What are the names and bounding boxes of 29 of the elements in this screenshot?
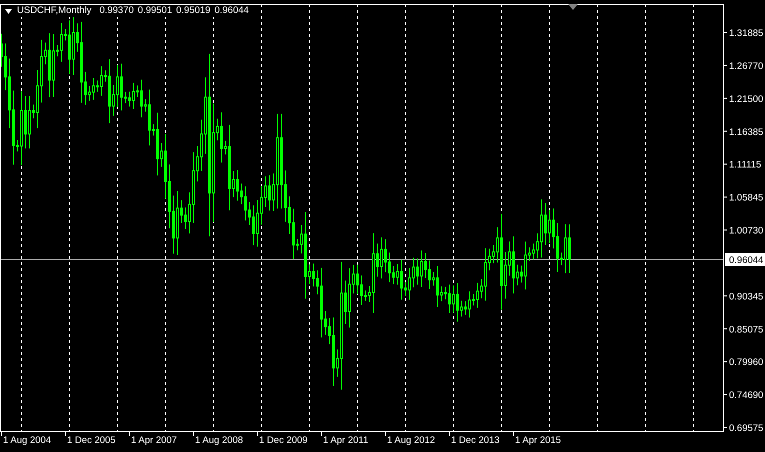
axis-label: 1 Dec 2005 — [67, 435, 116, 446]
axis-label: 0.85075 — [729, 324, 764, 336]
axis-label: 1 Apr 2015 — [515, 435, 561, 446]
axis-label: 1 Aug 2004 — [3, 435, 52, 446]
price-value: 0.99501 — [138, 5, 172, 17]
axis-label: 1.00730 — [729, 226, 764, 236]
axis-label: 1.21500 — [729, 94, 764, 105]
axis-label: 1.16385 — [729, 126, 764, 138]
dropdown-icon[interactable] — [5, 8, 12, 14]
axis-label: 0.79960 — [729, 357, 764, 368]
price-value: 0.96044 — [214, 5, 249, 17]
axis-label: 1.31885 — [729, 28, 764, 39]
price-value: 0.99370 — [99, 5, 134, 17]
axis-label: 0.74690 — [729, 390, 764, 402]
axis-label: 1.26770 — [729, 60, 764, 72]
price-value: 0.95019 — [176, 5, 210, 17]
current-price-tag: 0.96044 — [725, 253, 765, 266]
axis-label: 1 Apr 2011 — [323, 435, 368, 446]
axis-label: 1 Aug 2008 — [195, 435, 244, 446]
symbol-label: USDCHF,Monthly — [17, 5, 92, 17]
axis-label: 1 Dec 2013 — [451, 435, 500, 446]
axis-label: 1.11115 — [729, 160, 762, 171]
axis-label: 0.69575 — [729, 423, 764, 434]
shift-marker-icon[interactable] — [568, 4, 578, 10]
axis-label: 1 Dec 2009 — [259, 435, 308, 446]
axis-label: 1 Aug 2012 — [387, 435, 436, 446]
axis-label: 1 Apr 2007 — [131, 435, 177, 446]
axis-label: 0.90345 — [729, 291, 764, 302]
axis-label: 1.05845 — [729, 192, 764, 204]
